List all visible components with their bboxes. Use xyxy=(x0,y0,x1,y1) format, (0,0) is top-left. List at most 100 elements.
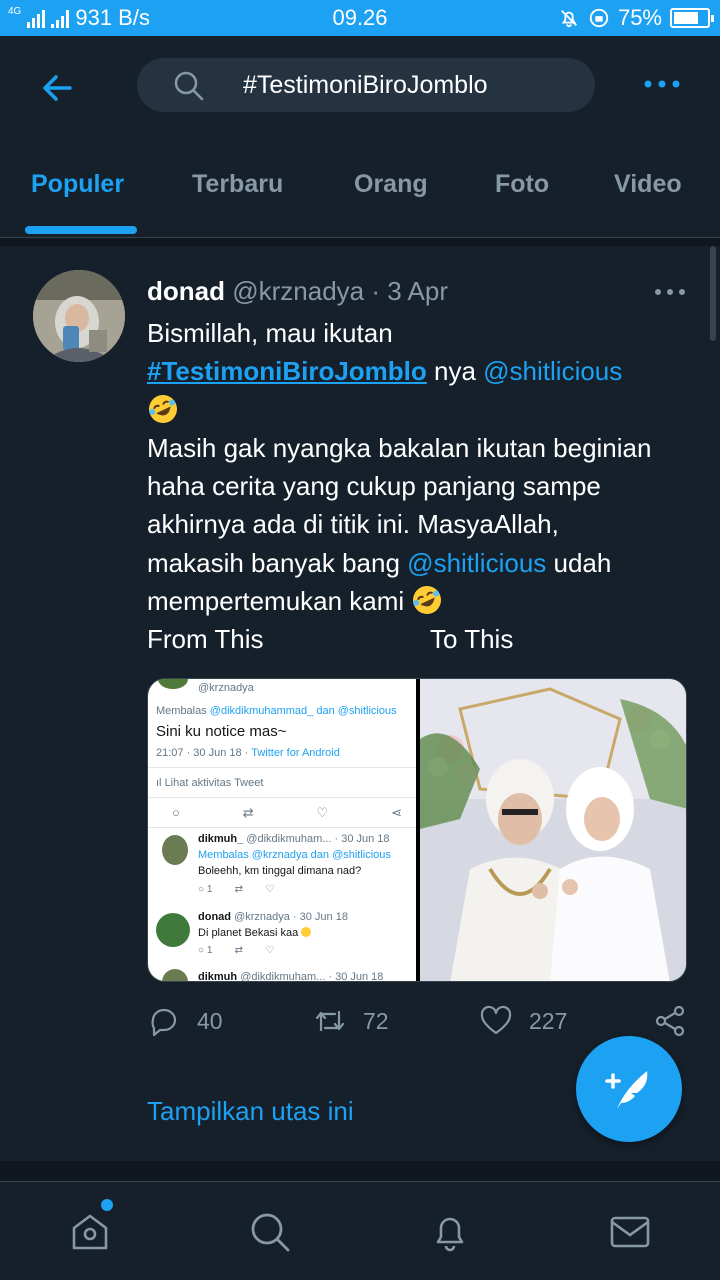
notification-dot xyxy=(101,1199,113,1211)
reply-icon xyxy=(151,1008,177,1037)
screenshot-reply1-actions: ○ 1 ⇄ ♡ xyxy=(198,884,274,895)
heart-icon: ♡ xyxy=(265,884,275,895)
retweet-icon xyxy=(315,1010,345,1032)
tweet-fragment: mempertemukan kami xyxy=(147,586,412,617)
hashtag-link[interactable]: #TestimoniBiroJomblo xyxy=(147,356,427,386)
reply-icon: ○ xyxy=(172,805,180,820)
media-wedding-photo[interactable] xyxy=(420,679,686,981)
tab-terbaru[interactable]: Terbaru xyxy=(192,170,283,199)
screenshot-client: Twitter for Android xyxy=(251,747,340,759)
tweet-media[interactable]: @krznadya Membalas @dikdikmuhammad_ dan … xyxy=(147,678,687,982)
tweet-line: From This To This xyxy=(147,620,707,658)
compose-button[interactable] xyxy=(576,1036,682,1142)
to-label: To This xyxy=(430,624,514,655)
tab-foto[interactable]: Foto xyxy=(495,170,549,199)
share-button[interactable] xyxy=(653,1004,687,1038)
mute-icon xyxy=(560,10,577,28)
screenshot-reply1-head: dikmuh_ @dikdikmuham... · 30 Jun 18 xyxy=(198,833,390,845)
search-header: #TestimoniBiroJomblo xyxy=(0,36,720,136)
tweet-more-icon[interactable] xyxy=(654,284,686,300)
media-screenshot[interactable]: @krznadya Membalas @dikdikmuhammad_ dan … xyxy=(148,679,416,982)
retweet-button[interactable]: 72 xyxy=(313,1004,389,1038)
search-query: #TestimoniBiroJomblo xyxy=(243,71,488,99)
screenshot-activity: ıl Lihat aktivitas Tweet xyxy=(156,777,263,789)
screenshot-actions: ○ ⇄ ♡ ⋖ xyxy=(172,805,402,821)
mini-avatar xyxy=(156,913,190,947)
reply2-text: Di planet Bekasi kaa xyxy=(198,927,299,939)
search-tabs: Populer Terbaru Orang Foto Video xyxy=(0,150,720,238)
reply2-meta: @krznadya · 30 Jun 18 xyxy=(234,911,348,923)
tweet-line: Bismillah, mau ikutan xyxy=(147,318,393,348)
stats-icon: ıl xyxy=(156,777,165,789)
retweet-icon: ⇄ xyxy=(234,884,244,895)
tweet-line xyxy=(147,391,707,429)
tweet-line: #TestimoniBiroJomblo nya @shitlicious xyxy=(147,352,707,390)
screenshot-divider xyxy=(148,797,416,798)
battery-icon xyxy=(670,8,714,28)
rofl-emoji-icon xyxy=(149,394,177,423)
tweet-author-name[interactable]: donad xyxy=(147,276,225,306)
home-icon[interactable] xyxy=(68,1210,112,1254)
reply1-count: 1 xyxy=(206,884,213,895)
scrollbar[interactable] xyxy=(710,246,716,341)
reply3-name: dikmuh xyxy=(198,971,238,982)
tweet-line: Masih gak nyangka bakalan ikutan beginia… xyxy=(147,432,652,463)
reply1-name: dikmuh_ xyxy=(198,833,244,845)
tweet-fragment: makasih banyak bang xyxy=(147,547,408,578)
search-input[interactable]: #TestimoniBiroJomblo xyxy=(137,58,595,112)
like-button[interactable]: 227 xyxy=(479,1004,567,1038)
tweet-fragment: udah xyxy=(546,547,612,578)
reply2-count: 1 xyxy=(206,945,213,956)
screenshot-activity-text: Lihat aktivitas Tweet xyxy=(164,777,264,789)
tweet-line: makasih banyak bang @shitlicious udah xyxy=(147,544,707,582)
screenshot-reply-users: @dikdikmuhammad_ dan @shitlicious xyxy=(209,705,397,717)
retweet-icon: ⇄ xyxy=(234,945,244,956)
screenshot-time: 21:07 · 30 Jun 18 · xyxy=(156,747,252,759)
mention-link[interactable]: @shitlicious xyxy=(483,356,622,386)
mini-avatar xyxy=(162,969,188,981)
screenshot-divider xyxy=(148,827,416,828)
compose-icon xyxy=(605,1071,648,1109)
from-label: From This xyxy=(147,624,264,655)
heart-icon xyxy=(480,1005,512,1035)
tweet-separator: · xyxy=(371,276,381,306)
mail-icon[interactable] xyxy=(608,1210,652,1254)
avatar[interactable] xyxy=(33,270,125,362)
reply1-meta: @dikdikmuham... · 30 Jun 18 xyxy=(246,833,390,845)
tab-populer[interactable]: Populer xyxy=(31,170,124,199)
screenshot-handle: @krznadya xyxy=(198,682,254,694)
screenshot-reply-to: Membalas @dikdikmuhammad_ dan @shitlicio… xyxy=(156,705,397,717)
tweet[interactable]: donad @krznadya · 3 Apr Bismillah, mau i… xyxy=(0,246,720,1161)
status-right: 75% xyxy=(558,5,714,31)
data-saver-icon xyxy=(589,8,609,28)
share-icon xyxy=(655,1005,685,1037)
heart-icon: ♡ xyxy=(265,945,275,956)
smile-emoji-icon xyxy=(301,927,312,937)
tweet-text: Bismillah, mau ikutan #TestimoniBiroJomb… xyxy=(147,314,707,659)
battery-percent: 75% xyxy=(617,5,662,30)
screenshot-reply1-text: Boleehh, km tinggal dimana nad? xyxy=(198,865,362,877)
reply-button[interactable]: 40 xyxy=(147,1004,223,1038)
reply-icon: ○ xyxy=(198,945,205,956)
screenshot-reply3-head: dikmuh @dikdikmuham... · 30 Jun 18 xyxy=(198,971,383,982)
tab-video[interactable]: Video xyxy=(614,170,682,199)
tweet-header: donad @krznadya · 3 Apr xyxy=(147,276,448,307)
tab-orang[interactable]: Orang xyxy=(354,170,428,199)
tweet-author-handle[interactable]: @krznadya xyxy=(232,276,364,306)
bottom-navigation xyxy=(0,1181,720,1280)
tabs-divider xyxy=(0,238,720,246)
mention-link[interactable]: @shitlicious xyxy=(407,548,546,578)
screenshot-reply1-to: Membalas @krznadya dan @shitlicious xyxy=(198,849,391,861)
battery-fill xyxy=(674,12,698,24)
more-horizontal-icon[interactable] xyxy=(640,72,684,96)
like-count: 227 xyxy=(529,1007,568,1034)
show-thread-link[interactable]: Tampilkan utas ini xyxy=(147,1096,354,1127)
reply-icon: ○ xyxy=(198,884,205,895)
status-bar: 4G 931 B/s 09.26 75% xyxy=(0,0,720,36)
tweet-date[interactable]: 3 Apr xyxy=(387,276,448,306)
screenshot-main-text: Sini ku notice mas~ xyxy=(156,723,287,740)
explore-search-icon[interactable] xyxy=(248,1210,292,1254)
arrow-left-icon[interactable] xyxy=(36,66,80,110)
bell-icon[interactable] xyxy=(428,1210,472,1254)
avatar-image xyxy=(33,270,125,362)
